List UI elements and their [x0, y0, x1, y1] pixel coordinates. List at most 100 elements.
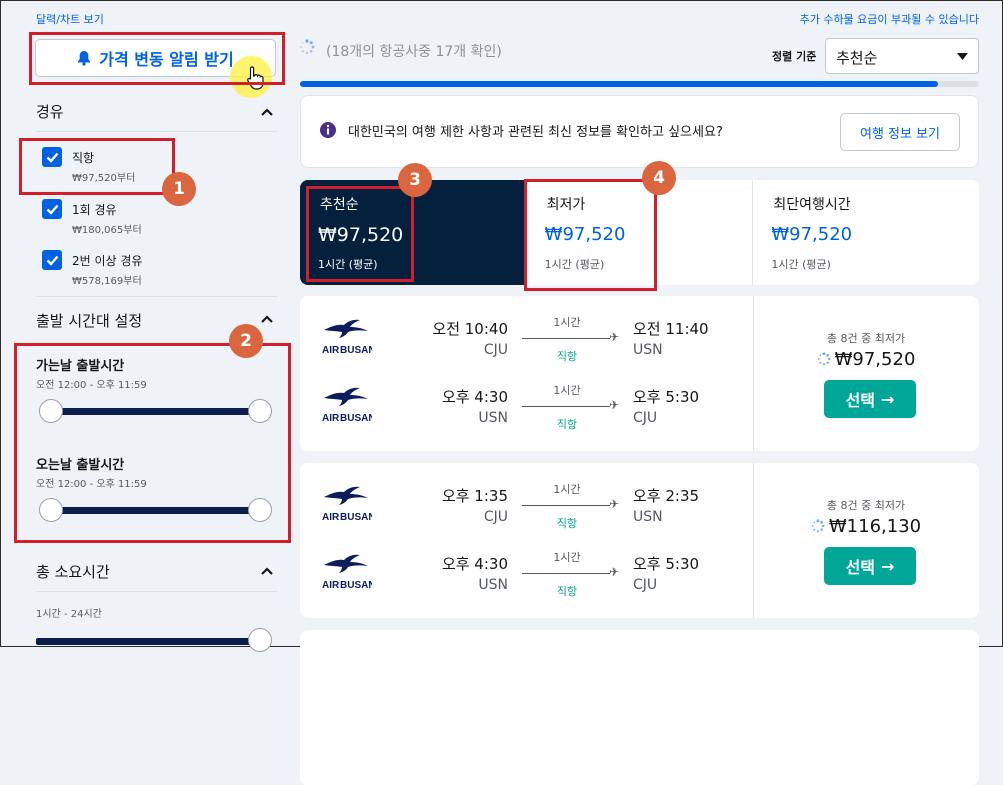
inbound-slider-min-handle[interactable]	[39, 498, 63, 522]
arrival-airport: CJU	[633, 577, 658, 593]
svg-text:BUSAN: BUSAN	[340, 580, 372, 591]
departure-time-title: 출발 시간대 설정	[36, 312, 143, 330]
flight-result-card[interactable]: AIR BUSAN 오전 10:40 CJU 1시간 ✈ 직항 오전 11:40 USN AIR B…	[300, 296, 979, 451]
svg-text:BUSAN: BUSAN	[340, 512, 372, 523]
calendar-chart-link[interactable]: 달력/차트 보기	[36, 11, 104, 27]
outbound-slider-range: 오전 12:00 - 오후 11:59	[36, 380, 147, 391]
departure-airport: CJU	[483, 509, 508, 525]
stop-option-one[interactable]	[42, 199, 62, 219]
stop-option-price: ₩578,169부터	[72, 276, 142, 287]
loading-spinner-icon	[817, 352, 831, 366]
flight-leg: AIR BUSAN 오전 10:40 CJU 1시간 ✈ 직항 오전 11:40 USN	[300, 308, 753, 378]
air-busan-logo-icon: AIR BUSAN	[322, 554, 376, 591]
duration-title: 총 소요시간	[36, 563, 110, 581]
sort-label: 정렬 기준	[772, 50, 817, 63]
departure-airport: USN	[478, 410, 508, 426]
svg-text:AIR: AIR	[322, 580, 340, 591]
annotation-badge-4: 4	[642, 161, 676, 195]
duration-range: 1시간 - 24시간	[36, 609, 102, 620]
select-flight-button[interactable]: 선택 →	[824, 380, 916, 418]
chevron-up-icon[interactable]	[260, 105, 274, 119]
price-value-row: ₩97,520	[753, 349, 979, 370]
svg-text:BUSAN: BUSAN	[340, 345, 372, 356]
card-divider	[753, 463, 754, 618]
outbound-slider-max-handle[interactable]	[248, 399, 272, 423]
svg-text:AIR: AIR	[322, 512, 340, 523]
flight-leg: AIR BUSAN 오후 4:30 USN 1시간 ✈ 직항 오후 5:30 CJU	[300, 376, 753, 446]
chevron-up-icon[interactable]	[260, 312, 274, 326]
loading-spinner-icon	[811, 519, 825, 533]
price-note: 총 8건 중 최저가	[826, 332, 906, 345]
highlight-box-direct	[19, 138, 175, 195]
arrival-airport: USN	[633, 509, 663, 525]
outbound-slider-min-handle[interactable]	[39, 399, 63, 423]
flight-leg: AIR BUSAN 오후 1:35 CJU 1시간 ✈ 직항 오후 2:35 USN	[300, 475, 753, 545]
info-icon	[320, 122, 336, 138]
inbound-slider-range: 오전 12:00 - 오후 11:59	[36, 479, 147, 490]
price-value-row: ₩116,130	[753, 516, 979, 537]
baggage-fee-link[interactable]: 추가 수하물 요금이 부과될 수 있습니다	[800, 11, 979, 27]
stops-label: 직항	[556, 350, 578, 363]
annotation-badge-2: 2	[229, 324, 263, 358]
arrival-time: 오후 2:35	[633, 487, 700, 505]
select-label: 선택	[845, 391, 876, 410]
arrival-time: 오후 5:30	[633, 388, 700, 406]
divider	[36, 296, 277, 297]
tab-label: 최단여행시간	[773, 197, 851, 213]
highlight-box-recommended	[306, 186, 414, 282]
outbound-slider-track[interactable]	[50, 408, 262, 415]
checkbox-checked[interactable]	[42, 199, 62, 219]
duration-slider-max-handle[interactable]	[248, 628, 272, 652]
duration-slider-track[interactable]	[36, 638, 262, 645]
stops-label: 직항	[556, 517, 578, 530]
arrow-right-icon: →	[881, 556, 895, 576]
flight-result-card-partial[interactable]	[300, 630, 979, 785]
air-busan-logo-icon: AIR BUSAN	[322, 319, 376, 356]
departure-time: 오전 10:40	[432, 320, 508, 338]
plane-icon: ✈	[609, 497, 620, 511]
stops-label: 직항	[556, 585, 578, 598]
travel-info-button[interactable]: 여행 정보 보기	[840, 113, 960, 151]
flight-duration: 1시간	[553, 483, 581, 496]
departure-airport: CJU	[483, 342, 508, 358]
arrival-airport: CJU	[633, 410, 658, 426]
divider	[36, 131, 277, 132]
card-divider	[753, 296, 754, 451]
route-line	[522, 406, 610, 407]
search-progress-fill	[300, 81, 939, 87]
arrival-airport: USN	[633, 342, 663, 358]
annotation-badge-1: 1	[162, 172, 196, 206]
caret-down-icon	[957, 53, 968, 60]
select-flight-button[interactable]: 선택 →	[824, 547, 916, 585]
tab-duration: 1시간 (평균)	[771, 258, 831, 271]
departure-time: 오후 4:30	[441, 555, 508, 573]
chevron-up-icon[interactable]	[260, 564, 274, 578]
route-line	[522, 505, 610, 506]
check-icon	[46, 255, 58, 266]
flight-duration: 1시간	[553, 551, 581, 564]
checkbox-checked[interactable]	[42, 250, 62, 270]
search-progress-bar	[300, 81, 979, 87]
svg-text:AIR: AIR	[322, 345, 340, 356]
tab-fastest[interactable]: 최단여행시간 ₩97,520 1시간 (평균)	[753, 180, 979, 285]
departure-airport: USN	[478, 577, 508, 593]
annotation-badge-3: 3	[398, 163, 432, 197]
price-value: ₩116,130	[828, 516, 922, 537]
stop-option-label: 2번 이상 경유	[72, 254, 143, 268]
flight-duration: 1시간	[553, 384, 581, 397]
flight-result-card[interactable]: AIR BUSAN 오후 1:35 CJU 1시간 ✈ 직항 오후 2:35 USN AIR BUS…	[300, 463, 979, 618]
flight-duration: 1시간	[553, 316, 581, 329]
air-busan-logo-icon: AIR BUSAN	[322, 387, 376, 424]
stops-label: 직항	[556, 418, 578, 431]
inbound-slider-title: 오는날 출발시간	[36, 458, 125, 473]
inbound-slider-max-handle[interactable]	[248, 498, 272, 522]
inbound-slider-track[interactable]	[50, 507, 262, 514]
travel-info-text: 대한민국의 여행 제한 사항과 관련된 최신 정보를 확인하고 싶으세요?	[348, 125, 723, 140]
sort-select[interactable]: 추천순	[825, 38, 979, 74]
travel-info-banner: 대한민국의 여행 제한 사항과 관련된 최신 정보를 확인하고 싶으세요? 여행…	[300, 95, 979, 168]
price-note: 총 8건 중 최저가	[826, 499, 906, 512]
route-line	[522, 338, 610, 339]
departure-time: 오후 4:30	[441, 388, 508, 406]
stop-option-two-plus[interactable]	[42, 250, 62, 270]
loading-status-text: (18개의 항공사중 17개 확인)	[326, 44, 502, 60]
